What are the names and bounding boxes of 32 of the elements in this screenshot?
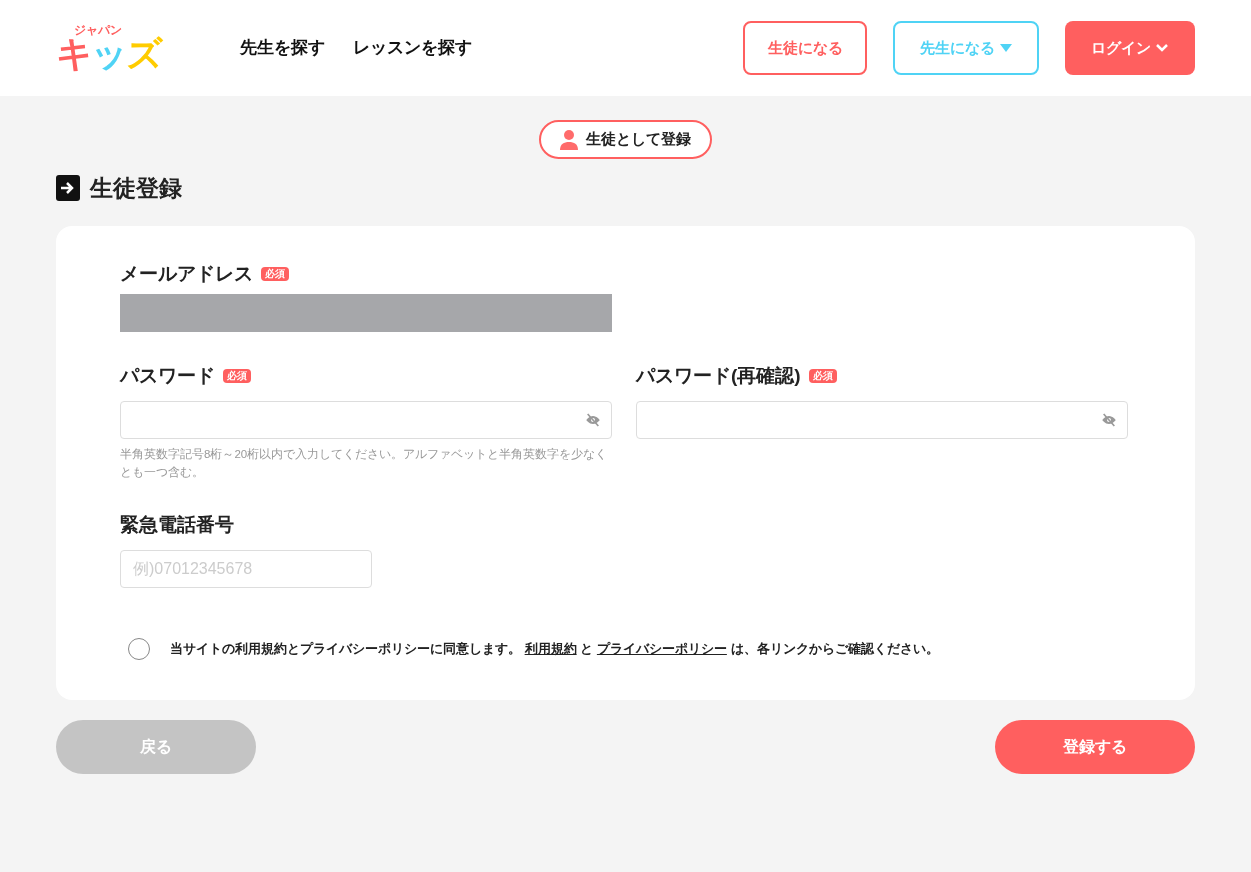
role-badge-label: 生徒として登録 — [586, 129, 691, 150]
become-student-button[interactable]: 生徒になる — [743, 21, 867, 75]
field-label: 緊急電話番号 — [120, 513, 235, 538]
required-badge: 必須 — [808, 369, 837, 384]
privacy-policy-link[interactable]: プライバシーポリシー — [596, 641, 727, 657]
sign-in-icon — [56, 175, 80, 202]
logo[interactable]: キッズ — [56, 36, 240, 72]
password-confirm-field[interactable] — [636, 400, 1128, 439]
agree-checkbox[interactable] — [128, 637, 150, 660]
required-badge: 必須 — [223, 369, 251, 384]
eye-slash-icon[interactable] — [1101, 412, 1117, 427]
register-button[interactable]: 登録する — [995, 719, 1195, 774]
nav-link[interactable]: 先生を探す — [240, 35, 325, 61]
password-field[interactable] — [120, 400, 612, 439]
required-badge: 必須 — [261, 266, 289, 281]
redacted-email-field[interactable] — [120, 294, 612, 332]
login-button[interactable]: ログイン — [1065, 21, 1195, 75]
field-label: パスワード — [120, 364, 215, 388]
field-label: メールアドレス — [120, 261, 253, 286]
logo-subtitle: ジャパン — [74, 24, 123, 36]
caret-icon — [998, 43, 1013, 53]
agree-text: 当サイトの利用規約とプライバシーポリシーに同意します。 利用規約 と プライバシーポリシー は、各リンクからご確認ください。 — [170, 640, 939, 659]
terms-link[interactable]: 利用規約 — [524, 641, 577, 657]
person-icon — [560, 129, 578, 150]
password-hint: 半角英数字記号8桁～20桁以内で入力してください。アルファベットと半角英数字を少なくとも一つ含む。 — [120, 446, 609, 480]
become-teacher-button[interactable]: 先生になる — [893, 21, 1039, 75]
chevron-down-icon — [1155, 43, 1169, 53]
eye-slash-icon[interactable] — [585, 412, 601, 427]
page-title: 生徒登録 — [90, 174, 182, 203]
field-label: パスワード(再確認) — [636, 364, 801, 388]
nav-link[interactable]: レッスンを探す — [353, 35, 472, 61]
back-button[interactable]: 戻る — [56, 719, 256, 774]
